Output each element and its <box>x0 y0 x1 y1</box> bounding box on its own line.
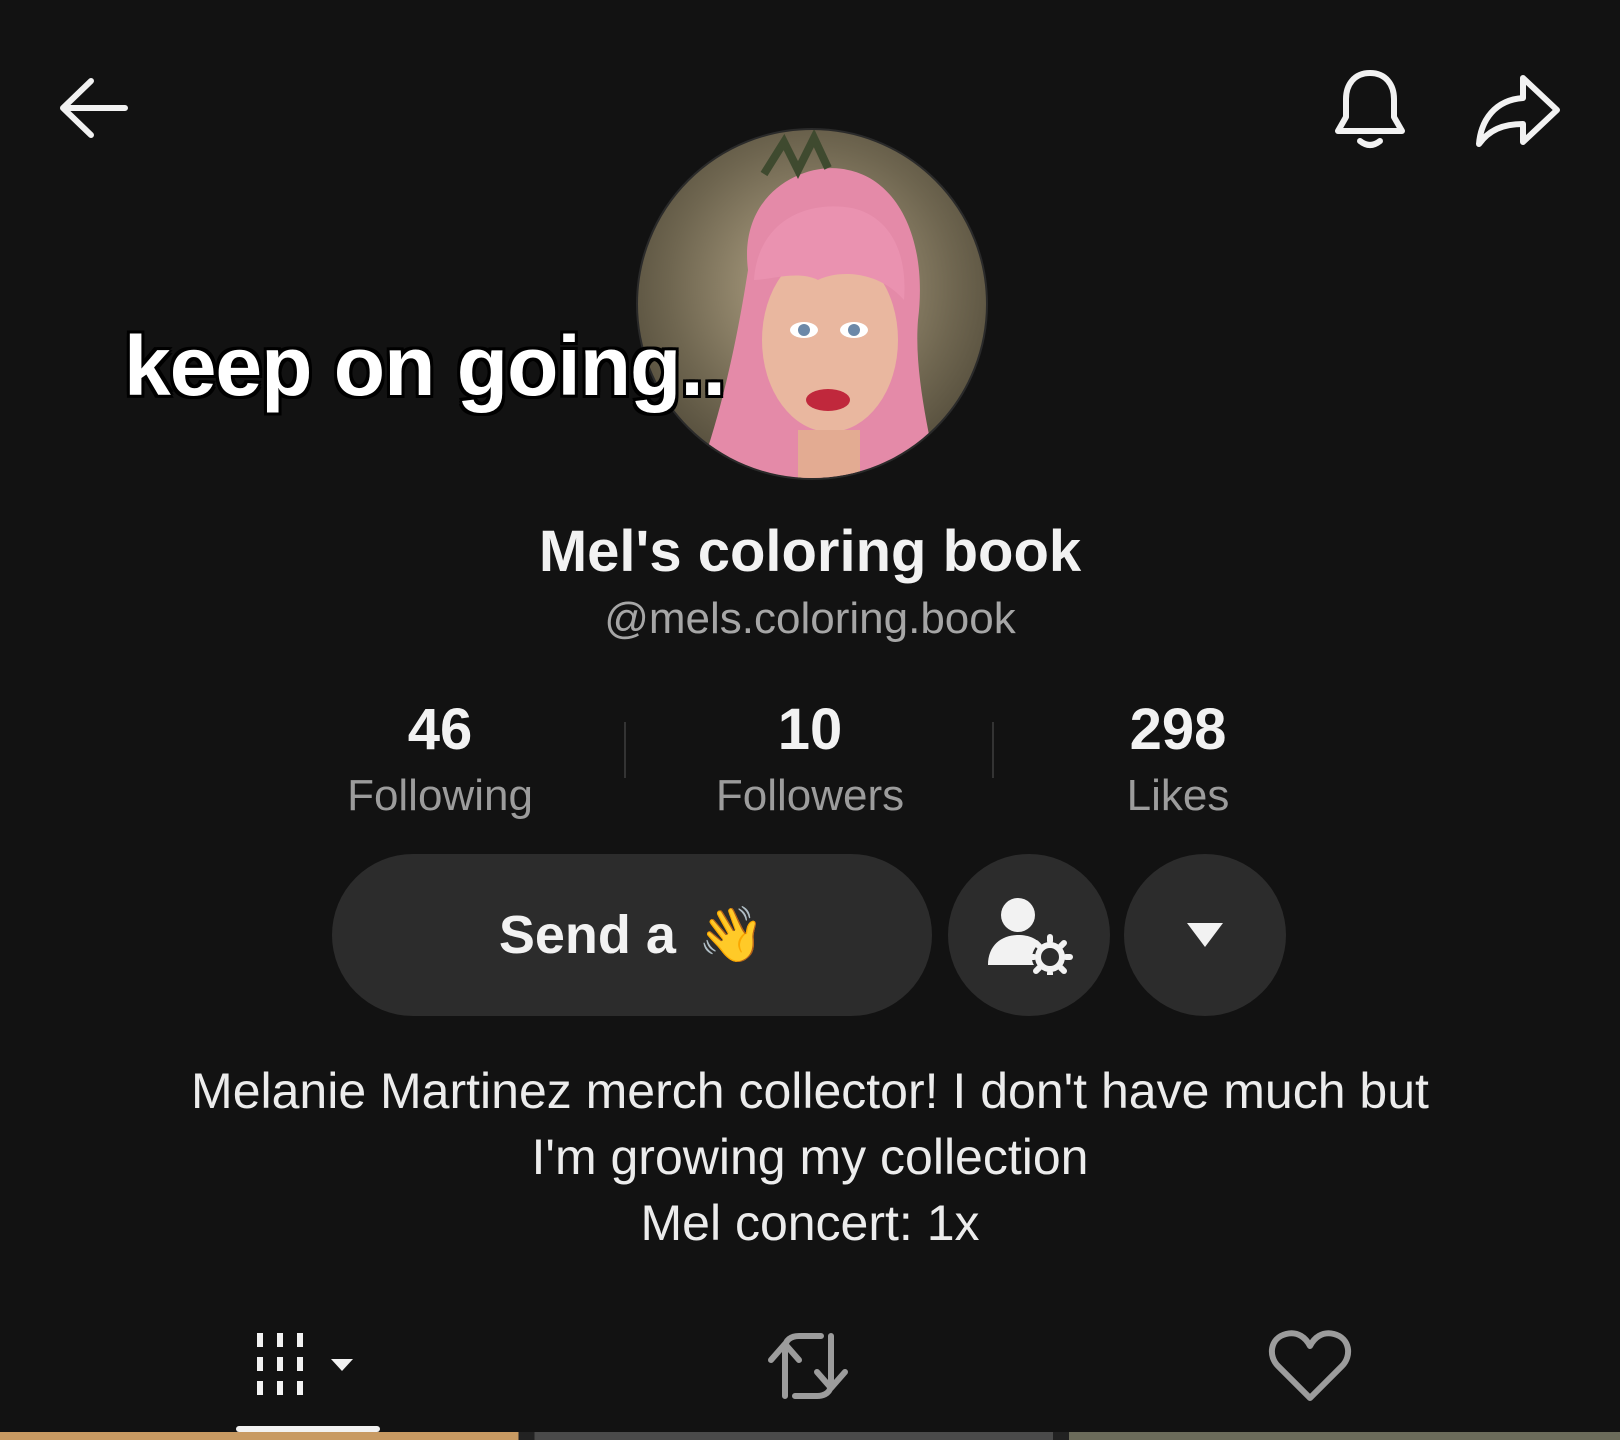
tab-reposts[interactable] <box>708 1316 908 1416</box>
more-options-button[interactable] <box>1124 854 1286 1016</box>
caret-down-icon <box>1187 923 1223 947</box>
following-label: Following <box>347 771 533 820</box>
share-button[interactable] <box>1468 64 1568 156</box>
waving-hand-icon: 👋 <box>697 903 766 966</box>
bio-line: I'm growing my collection <box>531 1129 1089 1185</box>
user-gear-icon <box>988 898 1073 975</box>
stat-divider <box>992 722 994 778</box>
video-grid-preview[interactable] <box>0 1432 1620 1440</box>
profile-settings-button[interactable] <box>948 854 1110 1016</box>
bio-line: Mel concert: 1x <box>640 1195 980 1251</box>
arrow-left-icon <box>60 78 128 138</box>
stat-divider <box>624 722 626 778</box>
username: @mels.coloring.book <box>604 594 1016 643</box>
bio-line: Melanie Martinez merch collector! I don'… <box>191 1063 1429 1119</box>
tab-videos[interactable] <box>206 1316 406 1416</box>
heart-icon <box>1268 1330 1352 1401</box>
notifications-button[interactable] <box>1328 64 1412 156</box>
overlay-caption: keep on going.. <box>124 319 726 413</box>
stat-following[interactable]: 46 Following <box>290 696 590 821</box>
bio: Melanie Martinez merch collector! I don'… <box>80 1058 1540 1256</box>
bell-icon <box>1335 70 1405 148</box>
stat-followers[interactable]: 10 Followers <box>660 696 960 821</box>
share-arrow-icon <box>1476 75 1560 147</box>
following-count: 46 <box>407 697 473 762</box>
avatar-photo <box>698 130 938 478</box>
repost-icon <box>768 1333 848 1399</box>
tab-liked[interactable] <box>1210 1316 1410 1416</box>
avatar[interactable] <box>636 128 988 480</box>
followers-count: 10 <box>777 697 843 762</box>
display-name: Mel's coloring book <box>538 519 1082 584</box>
send-wave-button[interactable]: Send a 👋 <box>332 854 932 1016</box>
back-button[interactable] <box>48 68 138 148</box>
likes-label: Likes <box>1126 771 1230 820</box>
followers-label: Followers <box>715 771 905 820</box>
send-wave-label: Send a <box>498 905 676 965</box>
stat-likes: 298 Likes <box>1028 696 1328 821</box>
likes-count: 298 <box>1129 697 1227 762</box>
grid-icon <box>257 1333 353 1395</box>
